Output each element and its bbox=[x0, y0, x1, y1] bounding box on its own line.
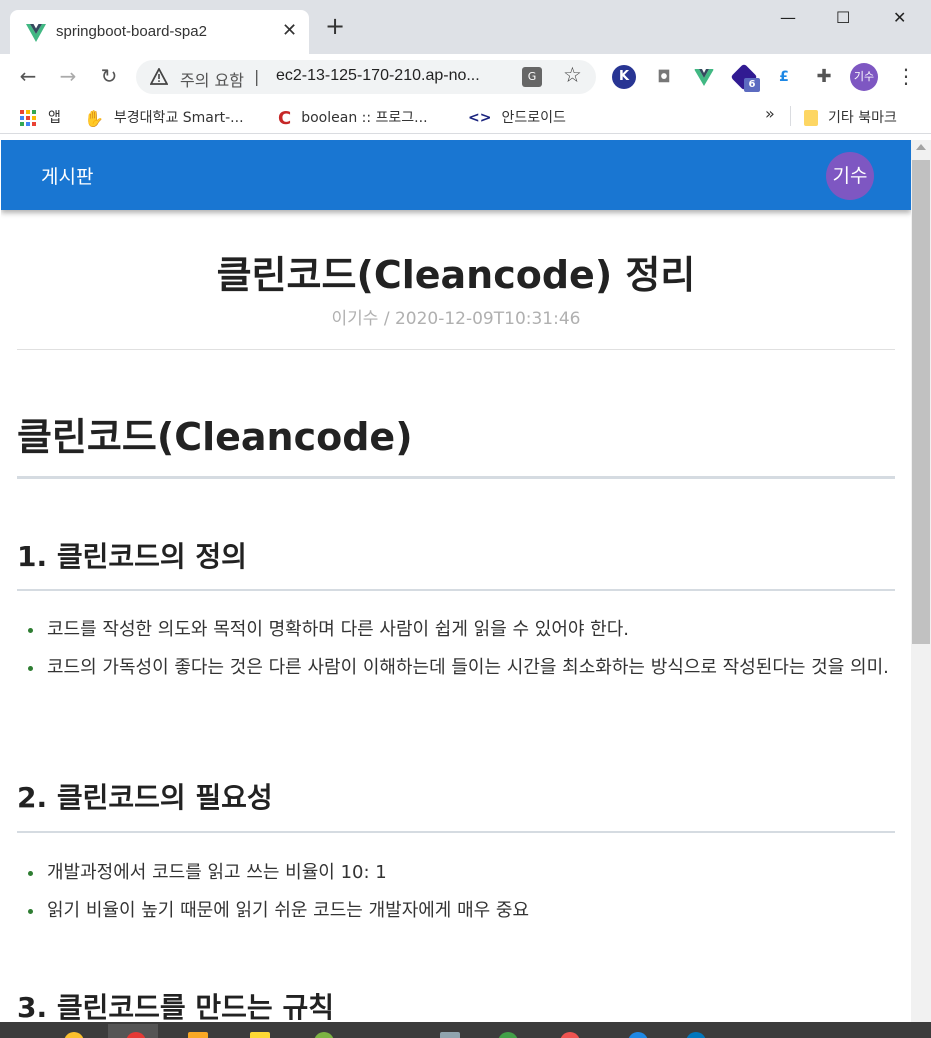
taskbar-app-icon[interactable] bbox=[686, 1032, 706, 1038]
close-window-button[interactable]: ✕ bbox=[893, 8, 906, 27]
post-title: 클린코드(Cleancode) 정리 bbox=[216, 253, 696, 297]
bookmarks-divider bbox=[790, 106, 791, 126]
bookmark-item[interactable]: Cboolean :: 프로그... bbox=[278, 107, 428, 129]
bookmarks-bar: 앱 ✋ 부경대학교 Smart-... Cboolean :: 프로그... <>… bbox=[0, 100, 931, 134]
bookmark-apps-label: 앱 bbox=[48, 110, 61, 126]
address-bar[interactable]: 주의 요함 | ec2-13-125-170-210.ap-no... G ☆ bbox=[136, 60, 596, 94]
content-heading-1: 클린코드(Cleancode) bbox=[17, 415, 413, 459]
section-rule bbox=[17, 589, 895, 591]
omnibox-separator: | bbox=[254, 67, 260, 86]
heading-1-rule bbox=[17, 476, 895, 479]
security-status[interactable]: 주의 요함 bbox=[180, 67, 244, 91]
header-divider bbox=[17, 349, 895, 350]
taskbar-app-icon[interactable] bbox=[440, 1032, 460, 1038]
post-meta: 이기수 / 2020-12-09T10:31:46 bbox=[331, 309, 581, 329]
list-item: 코드의 가독성이 좋다는 것은 다른 사람이 이해하는데 들이는 시간을 최소화… bbox=[25, 653, 895, 683]
warning-icon[interactable] bbox=[150, 68, 168, 86]
page-scrollbar[interactable] bbox=[911, 140, 931, 1022]
vue-logo-icon bbox=[26, 24, 46, 42]
c-logo-icon: C bbox=[278, 107, 292, 129]
camera-icon[interactable]: ◘ bbox=[652, 65, 676, 89]
extension-k-icon[interactable]: K bbox=[612, 65, 636, 89]
page-viewport: 게시판 기수 클린코드(Cleancode) 정리 이기수 / 2020-12-… bbox=[1, 140, 911, 1022]
extension-badge: 6 bbox=[744, 78, 760, 92]
back-icon[interactable]: ← bbox=[16, 64, 40, 88]
taskbar-app-icon[interactable] bbox=[250, 1032, 270, 1038]
taskbar-app-icon[interactable] bbox=[628, 1032, 648, 1038]
folder-taskbar-icon[interactable] bbox=[188, 1032, 208, 1038]
taskbar-app-icon[interactable] bbox=[498, 1032, 518, 1038]
bookmark-label: boolean :: 프로그... bbox=[301, 110, 428, 126]
bullet-list: 코드를 작성한 의도와 목적이 명확하며 다른 사람이 쉽게 읽을 수 있어야 … bbox=[25, 615, 895, 691]
app-title[interactable]: 게시판 bbox=[41, 162, 93, 189]
bookmark-item[interactable]: <> 안드로이드 bbox=[468, 107, 566, 127]
taskbar-app-icon[interactable] bbox=[314, 1032, 334, 1038]
browser-profile-avatar[interactable]: 기수 bbox=[850, 63, 878, 91]
bookmark-star-icon[interactable]: ☆ bbox=[563, 63, 582, 87]
other-bookmarks-label: 기타 북마크 bbox=[828, 110, 897, 126]
close-tab-icon[interactable]: ✕ bbox=[282, 20, 297, 41]
reload-icon[interactable]: ↻ bbox=[97, 64, 121, 88]
scroll-up-arrow-icon[interactable] bbox=[916, 144, 926, 150]
tab-title: springboot-board-spa2 bbox=[56, 23, 207, 40]
section-rule bbox=[17, 831, 895, 833]
user-avatar[interactable]: 기수 bbox=[826, 152, 874, 200]
bookmark-label: 안드로이드 bbox=[501, 110, 566, 126]
url-text[interactable]: ec2-13-125-170-210.ap-no... bbox=[276, 67, 480, 85]
section-heading: 2. 클린코드의 필요성 bbox=[17, 781, 273, 814]
bookmark-label: 부경대학교 Smart-... bbox=[113, 110, 244, 126]
forward-icon[interactable]: → bbox=[56, 64, 80, 88]
maximize-button[interactable]: ☐ bbox=[836, 8, 850, 27]
list-item: 코드를 작성한 의도와 목적이 명확하며 다른 사람이 쉽게 읽을 수 있어야 … bbox=[25, 615, 895, 645]
section-heading: 1. 클린코드의 정의 bbox=[17, 540, 247, 573]
apps-grid-icon bbox=[20, 110, 36, 126]
taskbar-app-icon[interactable] bbox=[560, 1032, 580, 1038]
new-tab-button[interactable]: + bbox=[325, 14, 345, 38]
vue-devtools-icon[interactable] bbox=[692, 65, 716, 89]
bullet-list: 개발과정에서 코드를 읽고 쓰는 비율이 10: 1 읽기 비율이 높기 때문에… bbox=[25, 858, 895, 934]
extensions-puzzle-icon[interactable]: ✚ bbox=[812, 65, 836, 89]
browser-titlebar: springboot-board-spa2 ✕ + — ☐ ✕ bbox=[0, 0, 931, 54]
extension-e-icon[interactable]: £ bbox=[772, 65, 796, 89]
app-bar: 게시판 기수 bbox=[1, 140, 911, 210]
section-heading: 3. 클린코드를 만드는 규칙 bbox=[17, 991, 334, 1022]
browser-toolbar: ← → ↻ 주의 요함 | ec2-13-125-170-210.ap-no..… bbox=[0, 54, 931, 100]
list-item: 개발과정에서 코드를 읽고 쓰는 비율이 10: 1 bbox=[25, 858, 895, 888]
taskbar-app-icon[interactable] bbox=[64, 1032, 84, 1038]
android-icon: <> bbox=[468, 110, 492, 126]
list-item: 읽기 비율이 높기 때문에 읽기 쉬운 코드는 개발자에게 매우 중요 bbox=[25, 896, 895, 926]
folder-icon bbox=[804, 110, 818, 126]
minimize-button[interactable]: — bbox=[780, 8, 796, 27]
bookmark-item[interactable]: ✋ 부경대학교 Smart-... bbox=[84, 107, 244, 128]
bookmark-apps[interactable]: 앱 bbox=[20, 107, 61, 127]
os-taskbar bbox=[0, 1022, 931, 1038]
hand-logo-icon: ✋ bbox=[84, 108, 104, 128]
translate-icon[interactable]: G bbox=[522, 67, 542, 87]
other-bookmarks[interactable]: 기타 북마크 bbox=[804, 107, 897, 127]
scrollbar-thumb[interactable] bbox=[912, 160, 930, 644]
browser-tab[interactable]: springboot-board-spa2 ✕ bbox=[10, 10, 309, 54]
browser-menu-icon[interactable]: ⋮ bbox=[896, 64, 916, 88]
bookmarks-more-button[interactable]: » bbox=[765, 104, 775, 123]
